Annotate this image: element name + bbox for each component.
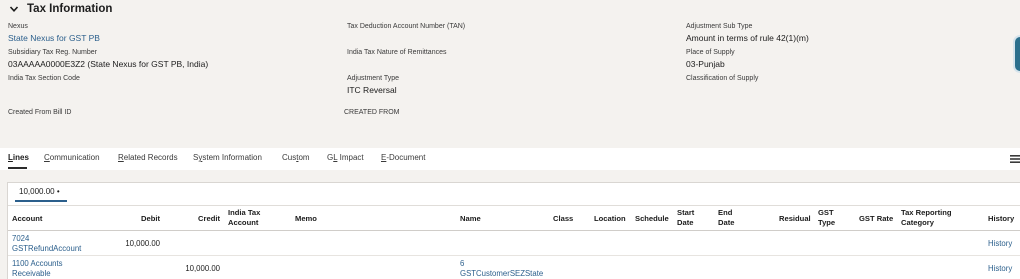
nature-of-remittances-label: India Tax Nature of Remittances [347, 49, 447, 56]
classification-of-supply-label: Classification of Supply [686, 75, 759, 82]
col-header-name[interactable]: Name [460, 214, 481, 224]
created-from-bill-id-label: Created From Bill ID [8, 109, 72, 116]
col-header-india-tax-account[interactable]: India Tax Account [228, 208, 278, 227]
col-header-gst-type[interactable]: GST Type [818, 208, 846, 227]
nature-of-remittances-field: India Tax Nature of Remittances [347, 48, 446, 57]
side-panel-toggle-button[interactable] [1013, 35, 1020, 73]
india-tax-section-code-field: India Tax Section Code [8, 74, 80, 83]
header-divider [8, 230, 1020, 231]
col-header-end-date[interactable]: End Date [718, 208, 748, 227]
nexus-field: Nexus State Nexus for GST PB [8, 22, 100, 43]
adjustment-type-label: Adjustment Type [347, 75, 400, 82]
place-of-supply-value: 03-Punjab [686, 59, 725, 69]
row-1-debit: 10,000.00 [125, 239, 160, 248]
created-from-label: CREATED FROM [344, 109, 400, 116]
tab-custom[interactable]: Custom [282, 148, 310, 168]
col-header-debit[interactable]: Debit [118, 214, 160, 224]
tab-communication[interactable]: Communication [44, 148, 100, 168]
row-2-credit: 10,000.00 [185, 264, 220, 273]
col-header-tax-reporting-category[interactable]: Tax Reporting Category [901, 208, 976, 227]
subsidiary-tax-reg-label: Subsidiary Tax Reg. Number [8, 49, 97, 56]
col-header-gst-rate[interactable]: GST Rate [859, 214, 893, 224]
tab-related-records[interactable]: Related Records [118, 148, 178, 168]
row-2-name-link[interactable]: 6 GSTCustomerSEZState [460, 259, 550, 279]
nexus-label: Nexus [8, 23, 28, 30]
subsidiary-tax-reg-field: Subsidiary Tax Reg. Number 03AAAAA0000E3… [8, 48, 208, 69]
adjustment-sub-type-value: Amount in terms of rule 42(1)(m) [686, 33, 809, 43]
chevron-down-icon[interactable] [9, 4, 19, 14]
tab-e-document[interactable]: E-Document [381, 148, 425, 168]
place-of-supply-field: Place of Supply 03-Punjab [686, 48, 735, 69]
lines-panel: 10,000.00 • Account Debit Credit India T… [7, 182, 1020, 279]
menu-icon[interactable] [1010, 154, 1020, 164]
col-header-account[interactable]: Account [12, 214, 42, 224]
tan-label: Tax Deduction Account Number (TAN) [347, 23, 466, 30]
col-header-memo[interactable]: Memo [295, 214, 317, 224]
adjustment-sub-type-label: Adjustment Sub Type [686, 23, 753, 30]
col-header-class[interactable]: Class [553, 214, 573, 224]
nexus-link[interactable]: State Nexus for GST PB [8, 33, 100, 43]
tab-lines[interactable]: Lines [8, 148, 29, 168]
adjustment-type-value: ITC Reversal [347, 85, 397, 95]
col-header-credit[interactable]: Credit [178, 214, 220, 224]
classification-of-supply-field: Classification of Supply [686, 74, 758, 83]
row-divider [8, 255, 1020, 256]
place-of-supply-label: Place of Supply [686, 49, 735, 56]
section-title: Tax Information [27, 3, 113, 15]
row-2-account-link[interactable]: 1100 Accounts Receivable [12, 259, 77, 279]
row-1-account-link[interactable]: 7024 GSTRefundAccount [12, 234, 92, 254]
lines-subtab[interactable]: 10,000.00 • [19, 187, 60, 196]
row-2-history-link[interactable]: History [988, 264, 1012, 274]
subsidiary-tax-reg-value: 03AAAAA0000E3Z2 (State Nexus for GST PB,… [8, 59, 209, 69]
created-from-bill-id-field: Created From Bill ID [8, 108, 71, 117]
tab-system-information[interactable]: System Information [193, 148, 262, 168]
adjustment-type-field: Adjustment Type ITC Reversal [347, 74, 399, 95]
tax-information-header[interactable]: Tax Information [9, 3, 112, 15]
tan-field: Tax Deduction Account Number (TAN) [347, 22, 465, 31]
col-header-history[interactable]: History [988, 214, 1014, 224]
row-1-history-link[interactable]: History [988, 239, 1012, 249]
col-header-residual[interactable]: Residual [779, 214, 811, 224]
lines-subtab-indicator [15, 200, 67, 202]
india-tax-section-code-label: India Tax Section Code [8, 75, 80, 82]
adjustment-sub-type-field: Adjustment Sub Type Amount in terms of r… [686, 22, 809, 43]
created-from-field: CREATED FROM [344, 108, 399, 117]
col-header-schedule[interactable]: Schedule [635, 214, 669, 224]
tab-gl-impact[interactable]: GL Impact [327, 148, 364, 168]
active-tab-indicator [8, 167, 27, 169]
col-header-location[interactable]: Location [594, 214, 626, 224]
col-header-start-date[interactable]: Start Date [677, 208, 707, 227]
divider [8, 205, 1020, 206]
subtab-bar: Lines Communication Related Records Syst… [0, 148, 1020, 170]
